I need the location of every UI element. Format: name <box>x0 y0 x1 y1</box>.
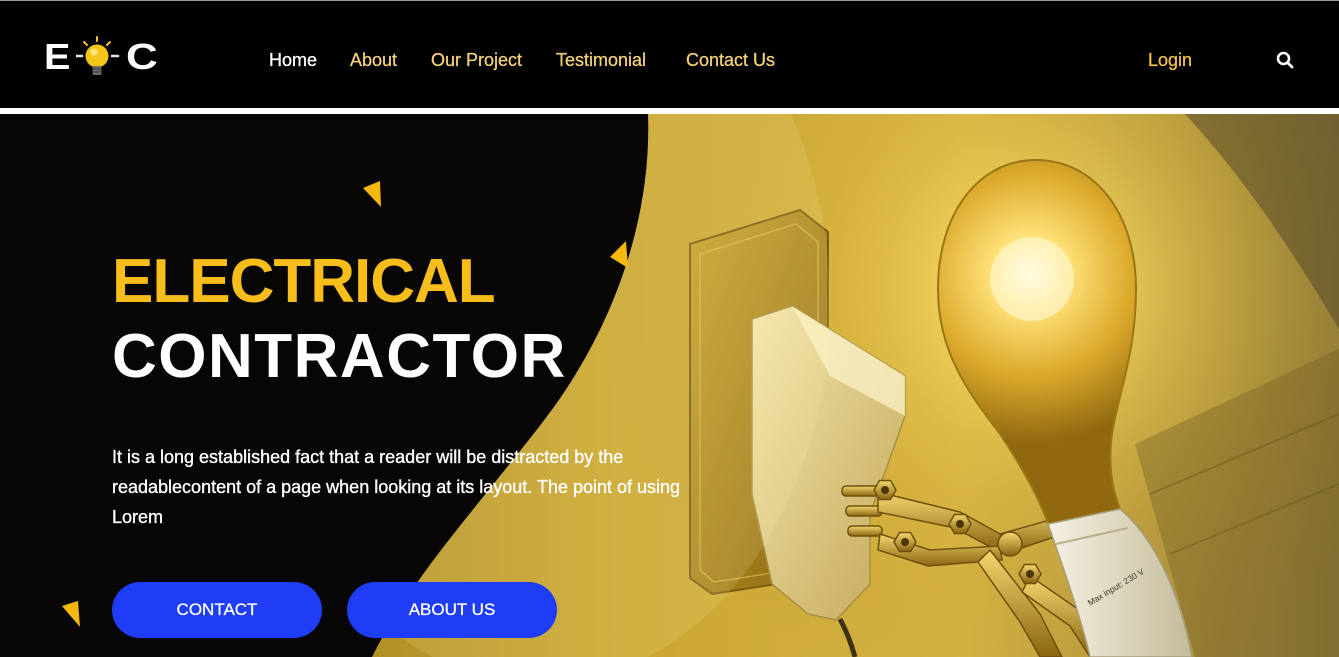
login-link[interactable]: Login <box>1148 48 1192 72</box>
hero-description: It is a long established fact that a rea… <box>112 447 681 527</box>
nav-about[interactable]: About <box>350 48 397 72</box>
logo-letter-e: E <box>44 36 71 77</box>
nav-our-project[interactable]: Our Project <box>431 48 522 72</box>
hero-title-line-1: ELECTRICAL <box>112 247 496 316</box>
contact-button[interactable]: CONTACT <box>112 582 322 638</box>
hero-title-line-2: CONTRACTOR <box>112 322 567 391</box>
logo-letter-c: C <box>126 36 158 77</box>
search-icon[interactable] <box>1275 50 1295 70</box>
site-header: E C Home About Our Project Testimonial C… <box>0 0 1339 108</box>
logo[interactable]: E C <box>44 35 166 83</box>
nav-testimonial[interactable]: Testimonial <box>556 48 646 72</box>
lightbulb-icon <box>76 36 120 75</box>
nav-contact-us[interactable]: Contact Us <box>686 48 775 72</box>
hero-section: Max input: 230 V ELECTRICAL CONTRACTOR I… <box>0 114 1339 657</box>
about-us-button[interactable]: ABOUT US <box>347 582 557 638</box>
nav-home[interactable]: Home <box>269 48 317 72</box>
